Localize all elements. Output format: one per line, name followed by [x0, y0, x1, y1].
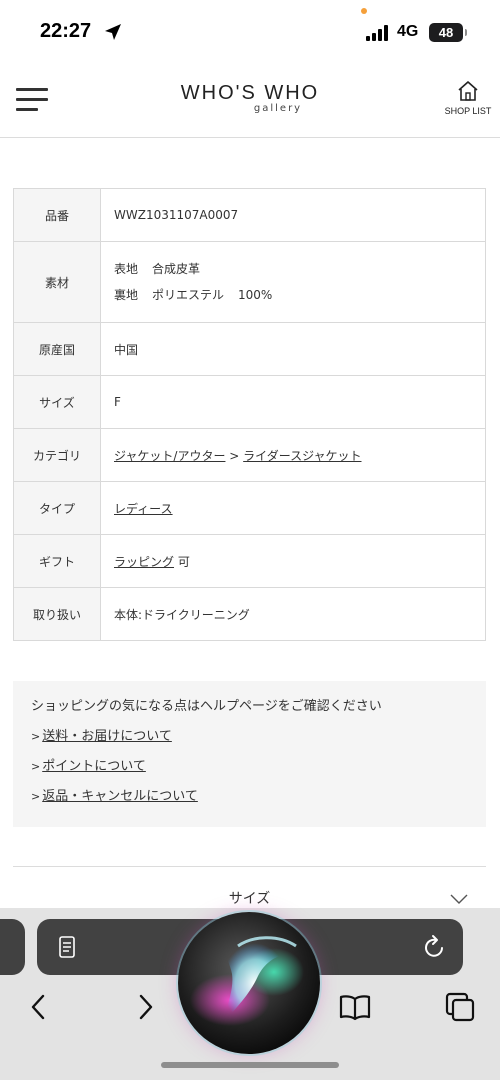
shop-list-button[interactable]: SHOP LIST [442, 78, 494, 122]
spec-label: タイプ [13, 481, 101, 535]
site-logo-sub: gallery [253, 103, 303, 114]
help-title: ショッピングの気になる点はヘルプページをご確認ください [31, 699, 382, 714]
signal-bars-icon [366, 25, 388, 41]
category-parent-link[interactable]: ジャケット/アウター [114, 449, 225, 463]
privacy-indicator [361, 8, 367, 14]
reader-mode-icon[interactable] [58, 935, 80, 961]
spec-label: 品番 [13, 188, 101, 242]
category-child-link[interactable]: ライダースジャケット [243, 449, 361, 463]
site-header: WHO'S WHO gallery SHOP LIST [0, 66, 500, 138]
divider [13, 866, 486, 867]
spec-value-type: レディース [100, 481, 486, 535]
location-arrow-icon [105, 24, 121, 40]
spec-label: 素材 [13, 241, 101, 323]
previous-tab[interactable] [0, 919, 25, 975]
status-bar: 22:27 4G 48 [0, 0, 500, 66]
gift-suffix: 可 [177, 554, 190, 569]
back-icon[interactable] [28, 990, 48, 1024]
help-link-points[interactable]: > ポイントについて [31, 757, 486, 777]
material-lining-pct: 100% [238, 288, 273, 302]
material-lining-label: 裏地 [114, 288, 139, 302]
spec-value-gift: ラッピング 可 [100, 534, 486, 588]
battery-icon: 48 [429, 23, 467, 42]
shop-list-label: SHOP LIST [444, 106, 492, 116]
type-link[interactable]: レディース [114, 502, 173, 516]
siri-orb-icon [178, 912, 320, 1054]
site-logo[interactable]: WHO'S WHO [0, 82, 500, 105]
help-link-returns[interactable]: > 返品・キャンセルについて [31, 787, 486, 807]
product-spec-table: 品番 WWZ1031107A0007 素材 表地 合成皮革 裏地 ポリエステル 100… [13, 188, 486, 641]
network-type: 4G [397, 23, 419, 40]
battery-level: 48 [438, 25, 454, 40]
home-indicator[interactable] [161, 1062, 339, 1068]
spec-value-care: 本体:ドライクリーニング [100, 587, 486, 641]
spec-value-origin: 中国 [100, 322, 486, 376]
house-icon [458, 81, 478, 101]
status-time: 22:27 [40, 20, 92, 42]
help-box: ショッピングの気になる点はヘルプページをご確認ください > 送料・お届けについて … [13, 681, 486, 827]
material-lining: ポリエステル [152, 288, 225, 302]
spec-value-product-no: WWZ1031107A0007 [100, 188, 486, 242]
spec-label: ギフト [13, 534, 101, 588]
spec-label: サイズ [13, 375, 101, 429]
table-row: ギフト ラッピング 可 [13, 534, 486, 588]
spec-label: カテゴリ [13, 428, 101, 482]
spec-label: 原産国 [13, 322, 101, 376]
spec-label: 取り扱い [13, 587, 101, 641]
spec-value-material: 表地 合成皮革 裏地 ポリエステル 100% [100, 241, 486, 323]
spec-value-category: ジャケット/アウター > ライダースジャケット [100, 428, 486, 482]
accordion-label: サイズ [228, 891, 271, 907]
table-row: 素材 表地 合成皮革 裏地 ポリエステル 100% [13, 241, 486, 323]
chevron-down-icon [450, 894, 468, 904]
category-separator: > [229, 448, 240, 463]
material-outer: 合成皮革 [152, 262, 201, 276]
forward-icon[interactable] [136, 990, 156, 1024]
table-row: タイプ レディース [13, 481, 486, 535]
spec-value-size: F [100, 375, 486, 429]
table-row: 原産国 中国 [13, 322, 486, 376]
reload-icon[interactable] [423, 934, 447, 960]
table-row: サイズ F [13, 375, 486, 429]
material-outer-label: 表地 [114, 262, 139, 276]
table-row: 品番 WWZ1031107A0007 [13, 188, 486, 242]
gift-wrapping-link[interactable]: ラッピング [114, 555, 174, 569]
tabs-icon[interactable] [444, 990, 476, 1024]
help-link-shipping[interactable]: > 送料・お届けについて [31, 727, 486, 747]
book-icon[interactable] [338, 990, 372, 1024]
table-row: 取り扱い 本体:ドライクリーニング [13, 587, 486, 641]
table-row: カテゴリ ジャケット/アウター > ライダースジャケット [13, 428, 486, 482]
